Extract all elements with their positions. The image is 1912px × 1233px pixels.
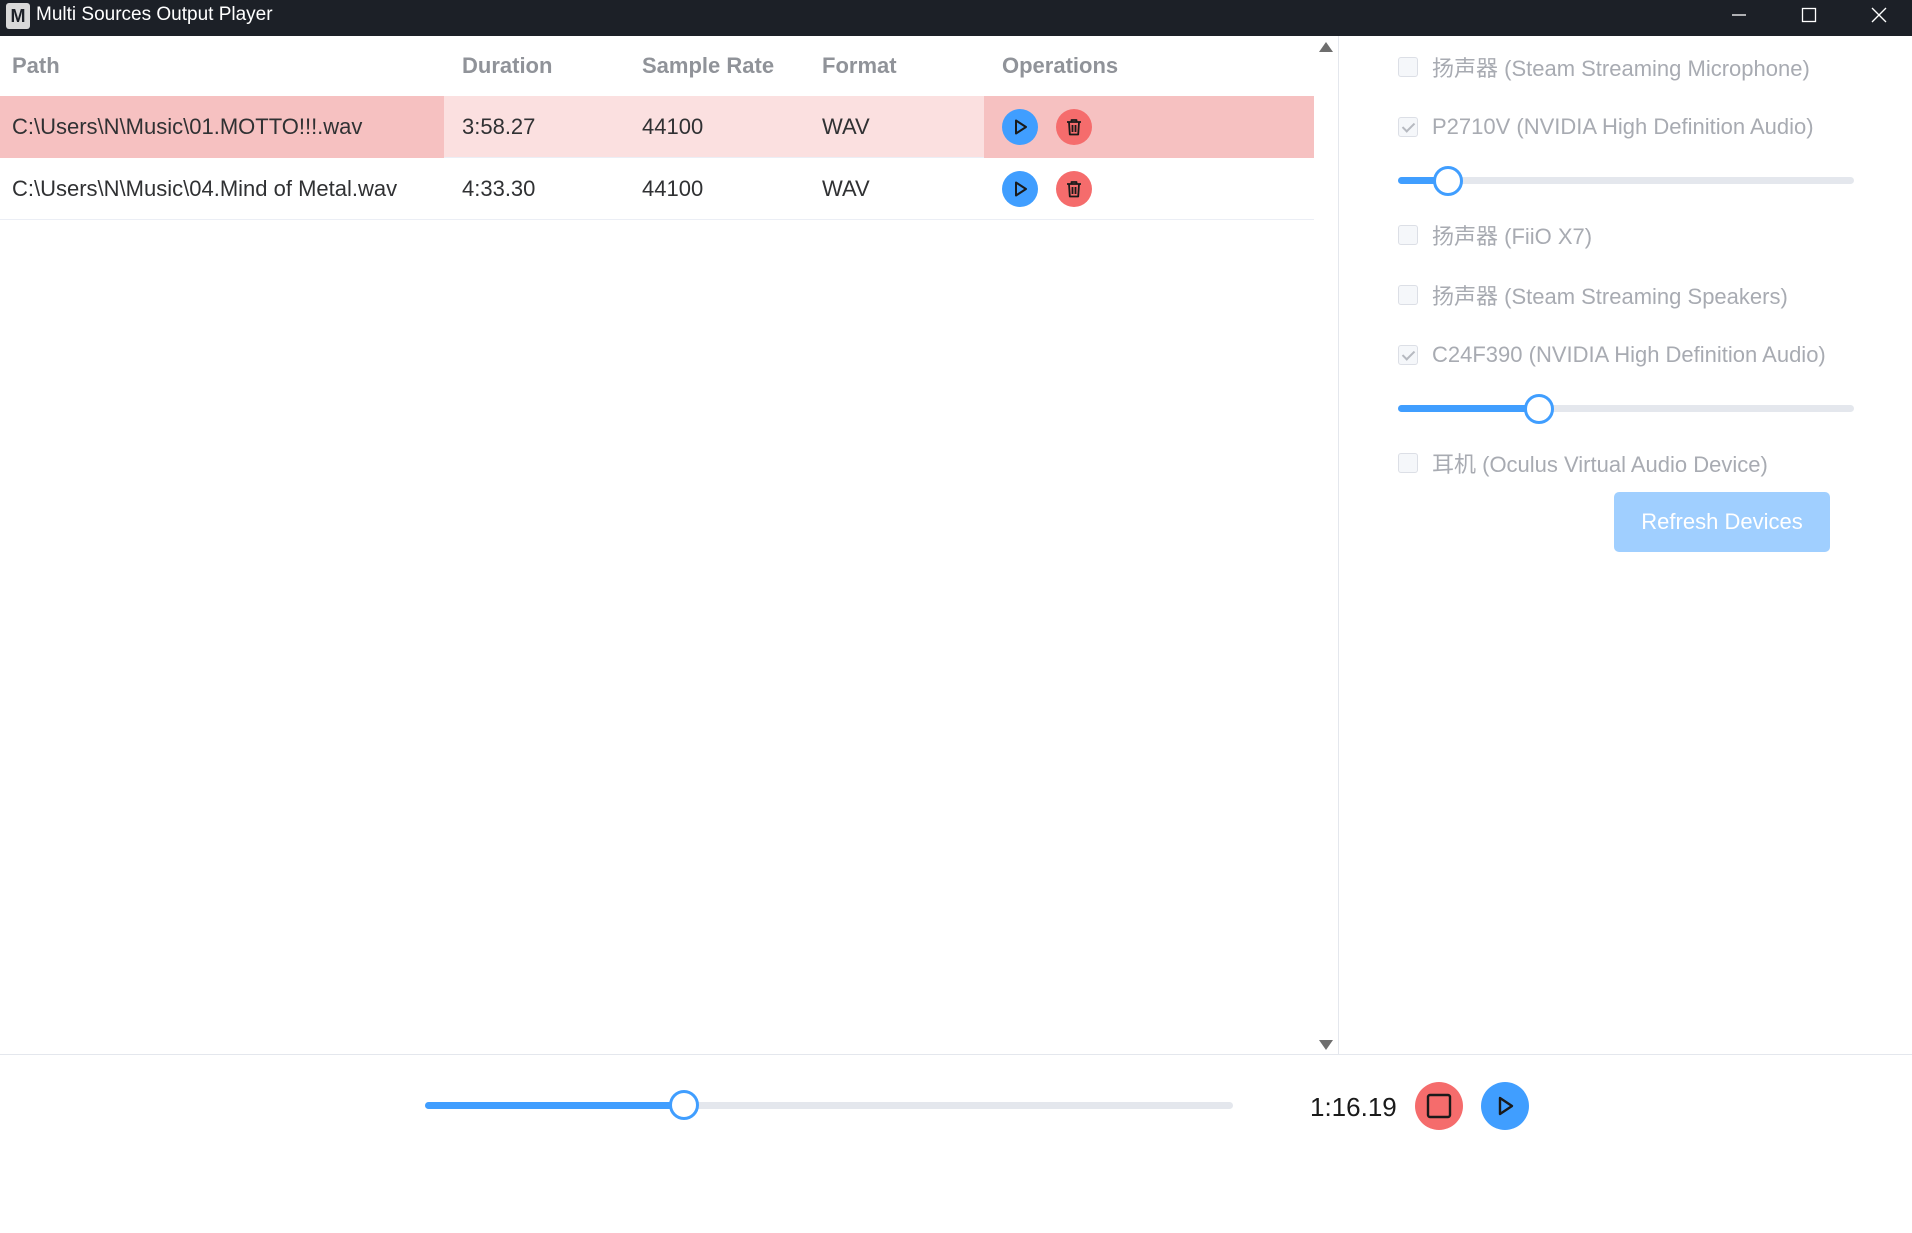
play-button[interactable] <box>1481 1082 1529 1130</box>
play-icon <box>1015 181 1027 197</box>
play-icon <box>1498 1096 1514 1116</box>
column-header-format[interactable]: Format <box>822 36 897 96</box>
progress-handle[interactable] <box>668 1090 699 1120</box>
column-header-sample-rate[interactable]: Sample Rate <box>642 36 774 96</box>
device-checkbox[interactable] <box>1398 453 1418 473</box>
duration-cell: 3:58.27 <box>462 114 536 139</box>
app-icon: M <box>6 3 30 29</box>
progress-fill <box>425 1102 684 1109</box>
device-label: C24F390 (NVIDIA High Definition Audio) <box>1432 342 1826 367</box>
operations-cell <box>984 96 1314 158</box>
sample-rate-cell: 44100 <box>642 176 704 201</box>
file-table: Path Duration Sample Rate Format Operati… <box>0 36 1314 1054</box>
table-row[interactable]: C:\Users\N\Music\04.Mind of Metal.wav 4:… <box>0 158 1314 220</box>
device-label: P2710V (NVIDIA High Definition Audio) <box>1432 114 1814 139</box>
format-cell: WAV <box>822 176 870 201</box>
device-item[interactable]: P2710V (NVIDIA High Definition Audio) <box>1398 107 1814 147</box>
column-header-path[interactable]: Path <box>12 36 60 96</box>
stop-button[interactable] <box>1415 1082 1463 1130</box>
window-title: Multi Sources Output Player <box>36 4 273 25</box>
playback-progress-slider[interactable] <box>425 1087 1233 1123</box>
column-header-duration[interactable]: Duration <box>462 36 552 96</box>
path-cell: C:\Users\N\Music\01.MOTTO!!!.wav <box>0 96 444 158</box>
row-play-button[interactable] <box>1002 109 1038 145</box>
device-volume-slider[interactable] <box>1398 393 1854 424</box>
device-item[interactable]: 扬声器 (Steam Streaming Microphone) <box>1398 47 1810 87</box>
trash-icon <box>1067 119 1081 136</box>
stop-icon <box>1426 1093 1452 1119</box>
device-item[interactable]: 扬声器 (FiiO X7) <box>1398 215 1592 255</box>
title-bar: M Multi Sources Output Player <box>0 0 1912 36</box>
device-checkbox[interactable] <box>1398 117 1418 137</box>
minimize-icon <box>1732 14 1746 16</box>
slider-track <box>1398 177 1854 184</box>
operations-cell <box>984 158 1314 220</box>
device-label: 扬声器 (FiiO X7) <box>1432 224 1593 249</box>
device-checkbox[interactable] <box>1398 225 1418 245</box>
row-play-button[interactable] <box>1002 171 1038 207</box>
column-header-operations: Operations <box>1002 53 1119 78</box>
close-button[interactable] <box>1844 0 1912 30</box>
scroll-up-arrow-icon[interactable] <box>1319 42 1333 52</box>
device-panel: 扬声器 (Steam Streaming Microphone) P2710V … <box>1339 36 1912 1054</box>
table-header: Path Duration Sample Rate Format Operati… <box>0 36 1314 96</box>
path-cell: C:\Users\N\Music\04.Mind of Metal.wav <box>12 176 398 201</box>
device-label: 耳机 (Oculus Virtual Audio Device) <box>1432 452 1768 477</box>
current-time: 1:16.19 <box>1310 1092 1397 1122</box>
device-checkbox[interactable] <box>1398 285 1418 305</box>
player-bar: 1:16.19 <box>0 1055 1912 1233</box>
refresh-devices-button[interactable]: Refresh Devices <box>1614 492 1830 552</box>
maximize-icon <box>1801 7 1817 23</box>
play-icon <box>1015 119 1027 135</box>
device-label: 扬声器 (Steam Streaming Microphone) <box>1432 56 1810 81</box>
minimize-button[interactable] <box>1704 0 1774 30</box>
row-delete-button[interactable] <box>1056 109 1092 145</box>
scroll-down-arrow-icon[interactable] <box>1319 1040 1333 1050</box>
format-cell: WAV <box>822 114 870 139</box>
slider-handle[interactable] <box>1524 394 1555 424</box>
table-scrollbar[interactable] <box>1314 36 1336 1054</box>
device-item[interactable]: 耳机 (Oculus Virtual Audio Device) <box>1398 443 1768 483</box>
table-row[interactable]: C:\Users\N\Music\01.MOTTO!!!.wav 3:58.27… <box>0 96 1314 158</box>
close-icon <box>1871 7 1887 23</box>
maximize-button[interactable] <box>1774 0 1844 30</box>
trash-icon <box>1067 181 1081 198</box>
device-checkbox[interactable] <box>1398 57 1418 77</box>
duration-cell: 4:33.30 <box>462 176 536 201</box>
device-checkbox[interactable] <box>1398 345 1418 365</box>
row-delete-button[interactable] <box>1056 171 1092 207</box>
device-item[interactable]: 扬声器 (Steam Streaming Speakers) <box>1398 275 1788 315</box>
device-volume-slider[interactable] <box>1398 165 1854 196</box>
device-label: 扬声器 (Steam Streaming Speakers) <box>1432 284 1788 309</box>
slider-handle[interactable] <box>1433 166 1464 196</box>
slider-fill <box>1398 405 1540 412</box>
device-item[interactable]: C24F390 (NVIDIA High Definition Audio) <box>1398 335 1826 375</box>
sample-rate-cell: 44100 <box>642 114 704 139</box>
